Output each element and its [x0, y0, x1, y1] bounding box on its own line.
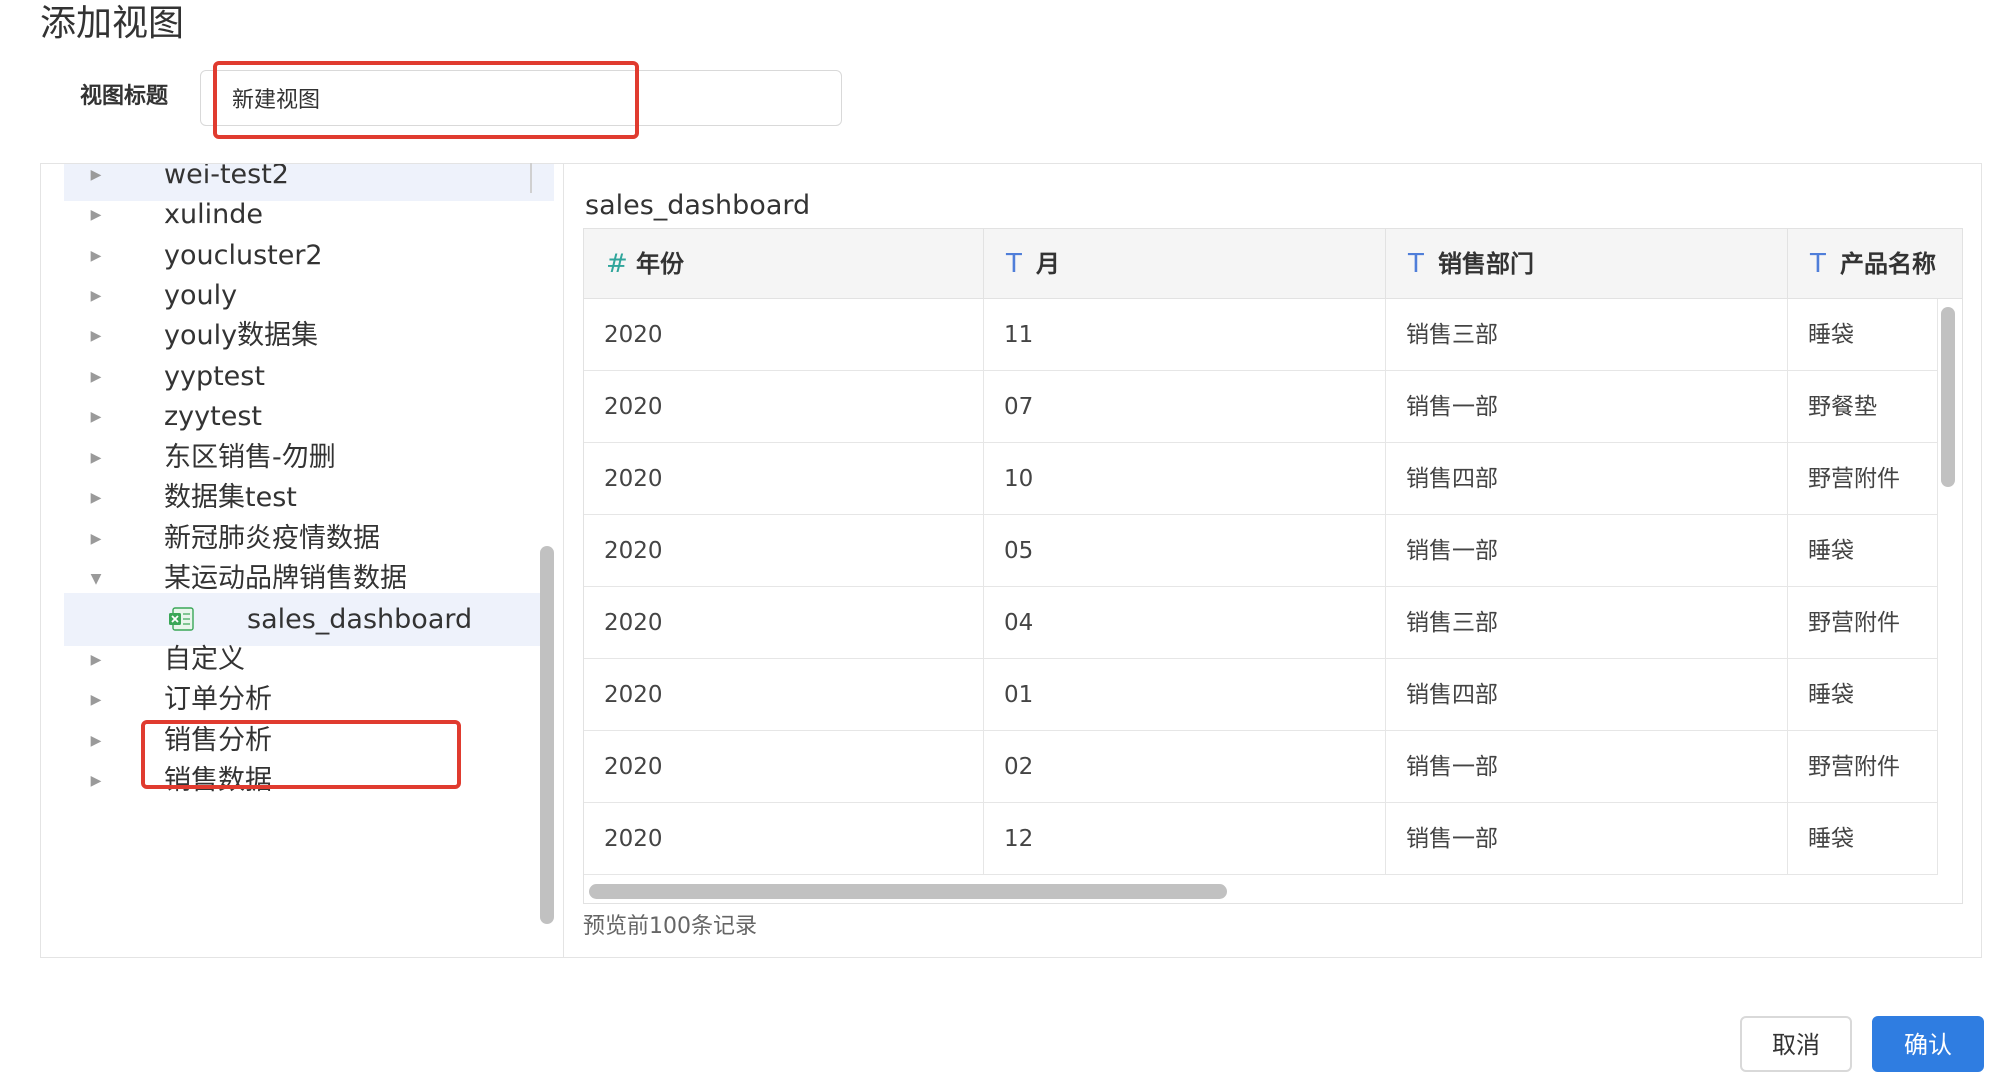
table-row: 2020 10 销售四部 野营附件	[584, 443, 1938, 515]
table-cell: 2020	[584, 299, 984, 371]
text-type-icon: T	[1408, 249, 1424, 279]
excel-file-icon	[169, 607, 194, 631]
text-type-icon: T	[1810, 249, 1826, 279]
table-horizontal-scrollbar-thumb[interactable]	[589, 884, 1227, 899]
preview-note: 预览前100条记录	[583, 914, 757, 939]
table-cell: 2020	[584, 731, 984, 803]
column-header-label: 产品名称	[1840, 250, 1936, 278]
table-row: 2020 01 销售四部 睡袋	[584, 659, 1938, 731]
table-cell: 04	[984, 587, 1386, 659]
table-row: 2020 04 销售三部 野营附件	[584, 587, 1938, 659]
column-header[interactable]: # 年份	[584, 229, 984, 299]
table-cell: 02	[984, 731, 1386, 803]
preview-title: sales_dashboard	[585, 190, 811, 221]
table-cell: 睡袋	[1788, 659, 1938, 731]
caret-right-icon[interactable]: ▶	[86, 755, 106, 807]
table-cell: 销售三部	[1386, 299, 1788, 371]
confirm-button[interactable]: 确认	[1872, 1016, 1984, 1072]
table-cell: 野营附件	[1788, 443, 1938, 515]
table-cell: 野营附件	[1788, 587, 1938, 659]
table-cell: 销售一部	[1386, 515, 1788, 587]
table-cell: 2020	[584, 659, 984, 731]
table-cell: 05	[984, 515, 1386, 587]
table-cell: 2020	[584, 803, 984, 875]
column-header[interactable]: T 销售部门	[1386, 229, 1788, 299]
table-cell: 07	[984, 371, 1386, 443]
table-cell: 销售四部	[1386, 659, 1788, 731]
table-cell: 11	[984, 299, 1386, 371]
column-header[interactable]: T 产品名称	[1788, 229, 1962, 299]
table-cell: 销售一部	[1386, 803, 1788, 875]
column-header-label: 年份	[636, 250, 684, 278]
dialog-title: 添加视图	[40, 3, 185, 44]
table-cell: 2020	[584, 371, 984, 443]
cancel-button[interactable]: 取消	[1740, 1016, 1852, 1072]
column-header-label: 月	[1036, 250, 1060, 278]
tree-scrollbar-thumb[interactable]	[540, 546, 554, 924]
preview-table: # 年份 T 月 T 销售部门 T 产品名称 2020 11 销售三部 睡袋 2…	[583, 228, 1963, 904]
table-row: 2020 11 销售三部 睡袋	[584, 299, 1938, 371]
tree-item[interactable]: ▶ 销售数据	[64, 755, 554, 807]
table-cell: 销售一部	[1386, 731, 1788, 803]
table-cell: 睡袋	[1788, 803, 1938, 875]
table-cell: 野餐垫	[1788, 371, 1938, 443]
table-cell: 2020	[584, 443, 984, 515]
table-vertical-scrollbar-thumb[interactable]	[1941, 307, 1955, 487]
table-row: 2020 02 销售一部 野营附件	[584, 731, 1938, 803]
table-cell: 12	[984, 803, 1386, 875]
table-cell: 销售三部	[1386, 587, 1788, 659]
table-row: 2020 12 销售一部 睡袋	[584, 803, 1938, 875]
view-title-input[interactable]	[232, 80, 792, 116]
number-type-icon: #	[606, 249, 628, 279]
column-header[interactable]: T 月	[984, 229, 1386, 299]
table-cell: 销售四部	[1386, 443, 1788, 515]
table-cell: 睡袋	[1788, 299, 1938, 371]
table-cell: 10	[984, 443, 1386, 515]
table-cell: 2020	[584, 515, 984, 587]
table-cell: 睡袋	[1788, 515, 1938, 587]
table-cell: 销售一部	[1386, 371, 1788, 443]
table-cell: 2020	[584, 587, 984, 659]
add-view-dialog: 添加视图 视图标题 ▶ wei-test2 ▶ xulinde ▶ youclu…	[0, 0, 2016, 1084]
table-row: 2020 05 销售一部 睡袋	[584, 515, 1938, 587]
view-title-label: 视图标题	[80, 84, 169, 109]
dataset-tree-panel: ▶ wei-test2 ▶ xulinde ▶ youcluster2 ▶ yo…	[40, 163, 564, 958]
text-type-icon: T	[1006, 249, 1022, 279]
table-cell: 野营附件	[1788, 731, 1938, 803]
tree-item-label: 销售数据	[164, 765, 272, 796]
table-row: 2020 07 销售一部 野餐垫	[584, 371, 1938, 443]
table-cell: 01	[984, 659, 1386, 731]
column-header-label: 销售部门	[1438, 250, 1534, 278]
